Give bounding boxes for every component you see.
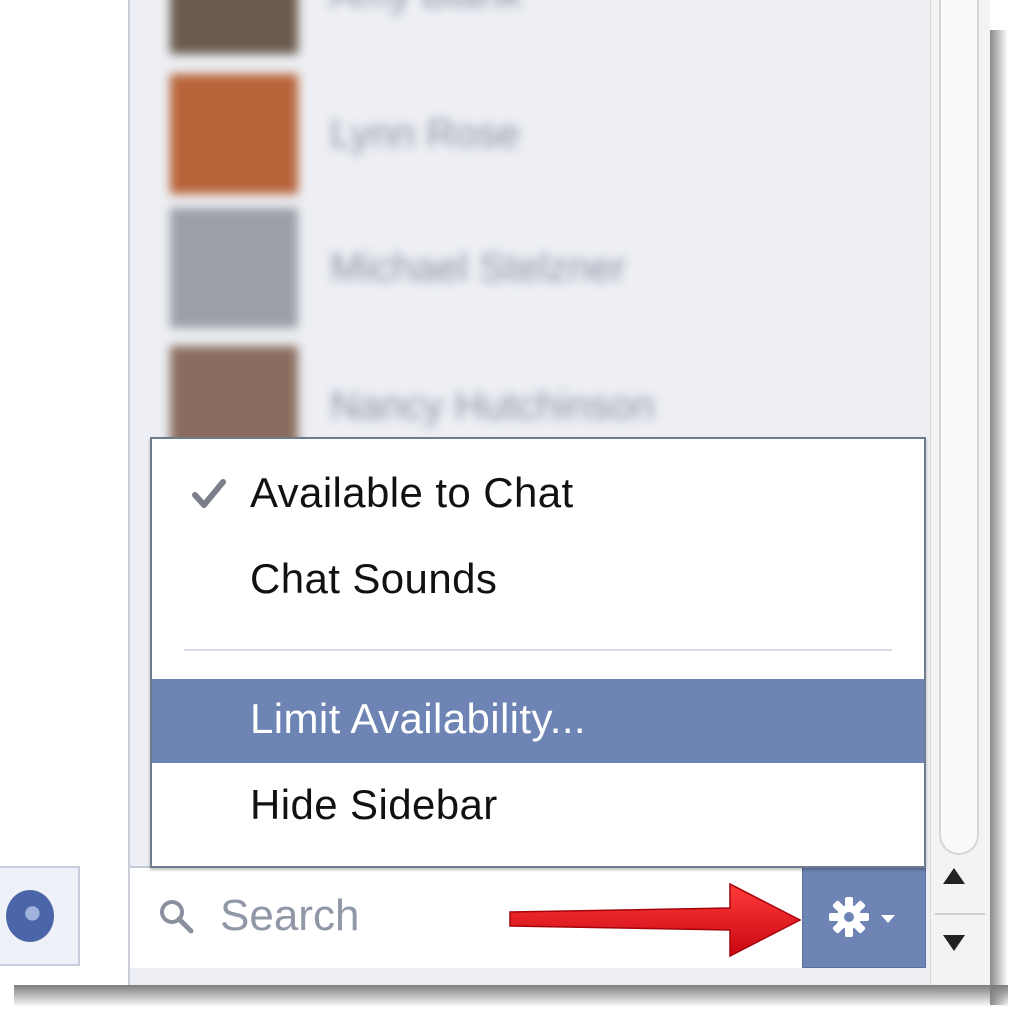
friend-name: Michael Stelzner [330, 246, 626, 290]
chat-options-button[interactable] [802, 864, 926, 968]
avatar [170, 74, 298, 194]
notifications-button[interactable] [0, 866, 80, 966]
menu-item-limit-availability[interactable]: Limit Availability... [152, 679, 924, 763]
avatar [170, 0, 298, 54]
menu-item-label: Chat Sounds [250, 555, 498, 602]
checkmark-icon [192, 479, 226, 508]
friend-row[interactable]: Michael Stelzner [170, 208, 870, 328]
main-page-area [0, 0, 130, 985]
screenshot-frame: Amy Blank Lynn Rose Michael Stelzner Nan… [0, 0, 990, 985]
menu-item-label: Limit Availability... [250, 695, 586, 742]
search-icon [160, 900, 194, 934]
avatar [170, 208, 298, 328]
friend-name: Amy Blank [330, 0, 521, 17]
friend-row[interactable]: Lynn Rose [170, 74, 870, 194]
scroll-divider [935, 913, 985, 915]
chat-options-menu: Available to Chat Chat Sounds Limit Avai… [150, 437, 926, 868]
scroll-thumb[interactable] [939, 0, 979, 855]
annotation-arrow [509, 882, 802, 958]
sidebar-scrollbar[interactable] [930, 0, 990, 985]
caret-down-icon [881, 915, 895, 923]
frame-shadow-bottom [14, 985, 1008, 1007]
menu-item-available-to-chat[interactable]: Available to Chat [152, 453, 924, 537]
gear-icon [829, 897, 869, 937]
globe-icon [6, 890, 54, 942]
arrow-down-icon[interactable] [943, 935, 965, 951]
menu-divider [184, 649, 892, 651]
friend-name: Lynn Rose [330, 112, 520, 156]
menu-item-label: Hide Sidebar [250, 781, 498, 828]
menu-item-label: Available to Chat [250, 469, 574, 516]
friend-name: Nancy Hutchinson [330, 384, 655, 428]
frame-shadow-right [990, 30, 1008, 1005]
friend-row[interactable]: Amy Blank [170, 0, 870, 54]
menu-item-chat-sounds[interactable]: Chat Sounds [152, 539, 924, 623]
menu-item-hide-sidebar[interactable]: Hide Sidebar [152, 765, 924, 849]
arrow-up-icon[interactable] [943, 868, 965, 884]
